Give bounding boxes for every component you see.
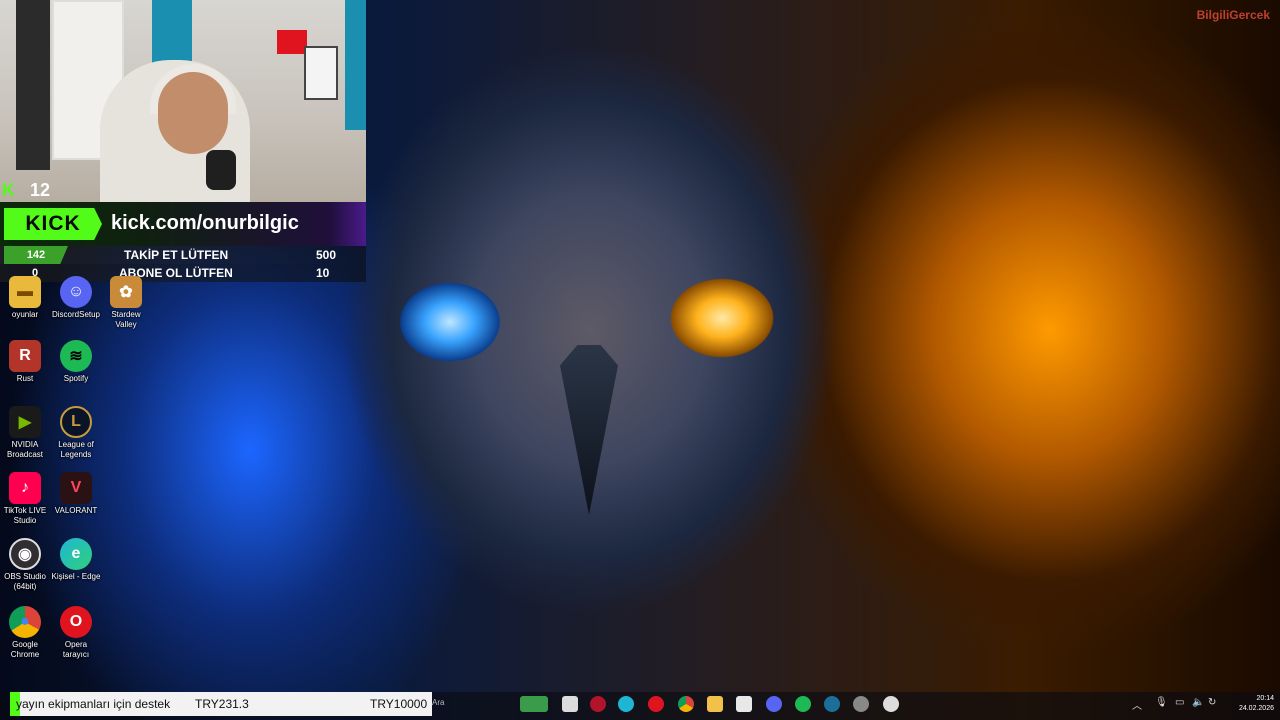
desktop-icon-label: Google Chrome: [10, 640, 40, 659]
file-explorer-icon[interactable]: [707, 696, 723, 712]
obs-icon: ◉: [9, 538, 41, 570]
valorant-icon: V: [60, 472, 92, 504]
desktop-icon-opera[interactable]: O Opera tarayıcı: [51, 606, 101, 660]
wall-poster: [304, 46, 338, 100]
kick-k-icon: K: [2, 180, 15, 200]
opera-icon: O: [60, 606, 92, 638]
desktop-icon-label: Kişisel - Edge: [51, 572, 101, 581]
microphone-icon[interactable]: 🎙: [1155, 697, 1168, 708]
settings-icon[interactable]: [883, 696, 899, 712]
league-icon: L: [60, 406, 92, 438]
clock-time: 20:14: [1256, 695, 1274, 702]
webcam-overlay: K 12: [0, 0, 366, 202]
opera-icon[interactable]: [648, 696, 664, 712]
wall-flag: [277, 30, 307, 54]
volume-icon[interactable]: 🔈: [1192, 697, 1204, 708]
kick-follower-count: 12: [30, 180, 51, 200]
bookshelf: [16, 0, 50, 170]
desktop-icon-label: League of Legends: [58, 440, 94, 459]
desktop-icon-label: oyunlar: [11, 310, 39, 319]
kick-logo: KICK: [4, 208, 102, 240]
desktop-icon-rust[interactable]: R Rust: [0, 340, 50, 384]
desktop-icon-valorant[interactable]: V VALORANT: [51, 472, 101, 516]
subscribe-goal-target: 10: [316, 266, 330, 280]
desktop-icon-google-chrome[interactable]: ● Google Chrome: [0, 606, 50, 660]
desktop-icon-league-of-legends[interactable]: L League of Legends: [51, 406, 101, 460]
desktop-icon-tiktok-live-studio[interactable]: ♪ TikTok LIVE Studio: [0, 472, 50, 526]
follow-goal: 142 TAKİP ET LÜTFEN 500: [0, 246, 366, 264]
stardew-icon: ✿: [110, 276, 142, 308]
chrome-icon: ●: [9, 606, 41, 638]
discord-icon: ☺: [60, 276, 92, 308]
edge-icon[interactable]: [618, 696, 634, 712]
desktop-icon-obs-studio[interactable]: ◉ OBS Studio (64bit): [0, 538, 50, 592]
desktop-icon-label: Stardew Valley: [111, 310, 141, 329]
desktop-icon-label: OBS Studio (64bit): [4, 572, 46, 591]
desktop-icon-label: Spotify: [63, 374, 89, 383]
nvidia-icon: ▶: [9, 406, 41, 438]
desktop-icon-label: Opera tarayıcı: [62, 640, 90, 659]
desktop-icon-edge[interactable]: e Kişisel - Edge: [51, 538, 101, 582]
desktop-icon-stardew-valley[interactable]: ✿ Stardew Valley: [101, 276, 151, 330]
desktop-icon-oyunlar[interactable]: ▬ oyunlar: [0, 276, 50, 320]
desktop-icon-spotify[interactable]: ≋ Spotify: [51, 340, 101, 384]
taskbar-clock[interactable]: 20:14 24.02.2026: [1226, 694, 1274, 714]
steelseries-icon[interactable]: [853, 696, 869, 712]
chrome-icon[interactable]: [678, 696, 694, 712]
donation-target-amount: TRY10000: [370, 697, 428, 711]
file-icon[interactable]: [562, 696, 578, 712]
kick-banner: KICK kick.com/onurbilgic: [0, 202, 366, 246]
discord-icon[interactable]: [766, 696, 782, 712]
store-icon[interactable]: [736, 696, 752, 712]
donation-goal-bar: yayın ekipmanları için destek TRY231.3 T…: [10, 692, 432, 716]
network-icon[interactable]: ▭: [1175, 697, 1184, 708]
follow-goal-target: 500: [316, 248, 337, 262]
rust-icon: R: [9, 340, 41, 372]
desktop-icon-label: TikTok LIVE Studio: [3, 506, 47, 525]
donation-current-amount: TRY231.3: [195, 697, 249, 711]
opera-gx-icon[interactable]: [590, 696, 606, 712]
desktop-icon-label: Rust: [16, 374, 34, 383]
microphone: [206, 150, 236, 190]
donation-goal-label: yayın ekipmanları için destek: [16, 697, 171, 711]
weather-widget-icon[interactable]: [520, 696, 548, 712]
desktop-icon-label: NVIDIA Broadcast: [6, 440, 44, 459]
follow-goal-label: TAKİP ET LÜTFEN: [124, 248, 229, 262]
curtain: [345, 0, 366, 130]
spotify-icon[interactable]: [795, 696, 811, 712]
desktop-icon-label: VALORANT: [54, 506, 98, 515]
sync-icon[interactable]: ↻: [1208, 697, 1216, 708]
spotify-icon: ≋: [60, 340, 92, 372]
desktop-icon-nvidia-broadcast[interactable]: ▶ NVIDIA Broadcast: [0, 406, 50, 460]
taskbar-search-box[interactable]: Ara: [432, 698, 444, 707]
desktop-icon-label: DiscordSetup: [51, 310, 101, 319]
channel-watermark: BilgiliGercek: [1196, 8, 1270, 22]
folder-icon: ▬: [9, 276, 41, 308]
follow-goal-current: 142: [4, 246, 68, 264]
kick-channel-url: kick.com/onurbilgic: [111, 212, 299, 234]
desktop-icon-discordsetup[interactable]: ☺ DiscordSetup: [51, 276, 101, 320]
chevron-up-icon[interactable]: ︿: [1132, 697, 1142, 712]
edge-icon: e: [60, 538, 92, 570]
clock-date: 24.02.2026: [1238, 705, 1274, 712]
tiktok-icon: ♪: [9, 472, 41, 504]
steam-icon[interactable]: [824, 696, 840, 712]
